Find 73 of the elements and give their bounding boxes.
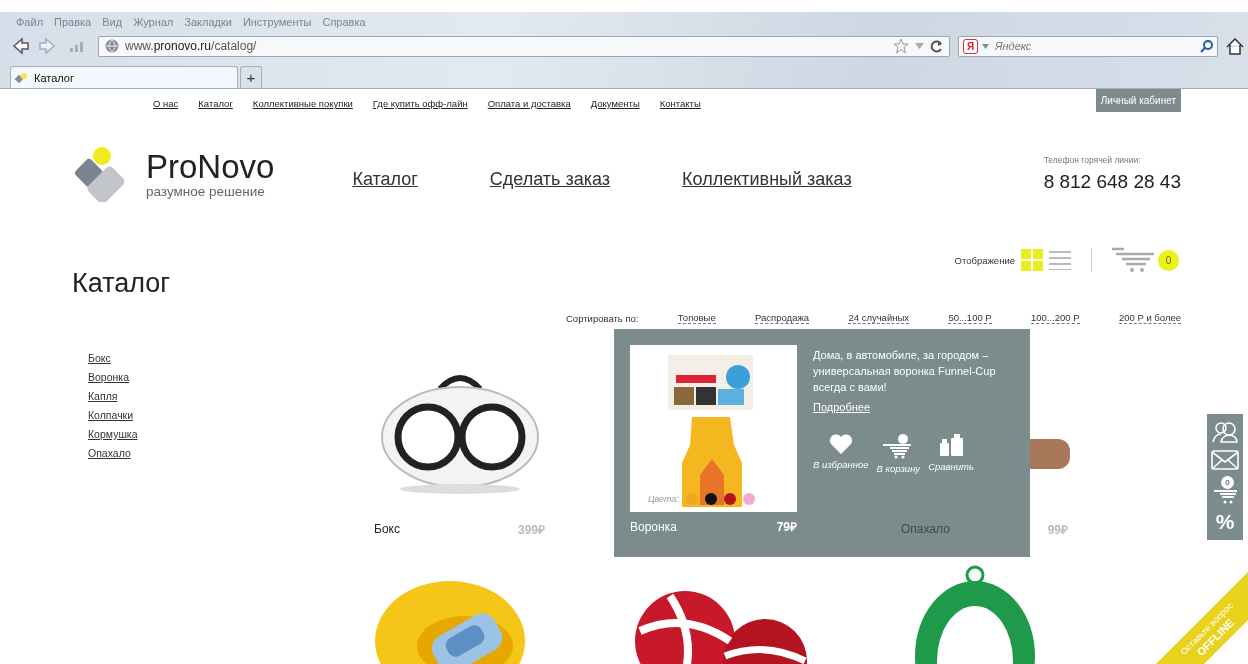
nav-link[interactable]: Сделать заказ	[489, 168, 611, 190]
category-link[interactable]: Капля	[88, 390, 370, 402]
reload-icon	[930, 39, 943, 53]
category-link[interactable]: Воронка	[88, 371, 370, 383]
dropdown-icon	[982, 43, 989, 49]
top-link[interactable]: Каталог	[198, 98, 233, 109]
top-link[interactable]: Контакты	[659, 98, 701, 109]
star-icon	[893, 38, 909, 54]
colors-label: Цвета:	[648, 494, 679, 504]
heart-icon	[828, 433, 853, 455]
hotline-label: Телефон горячей линии:	[1043, 155, 1142, 165]
product-price: 399₽	[517, 521, 545, 538]
category-link[interactable]: Бокс	[88, 352, 370, 364]
category-link[interactable]: Кормушка	[88, 428, 370, 440]
top-link[interactable]: Документы	[590, 98, 640, 109]
cart-icon	[1213, 490, 1237, 504]
more-link[interactable]: Подробнее	[813, 401, 1014, 413]
site-icon	[15, 72, 29, 83]
forward-icon	[38, 37, 56, 55]
new-tab-button[interactable]: +	[240, 66, 262, 88]
mail-button[interactable]	[1211, 450, 1239, 470]
account-button[interactable]: Личный кабинет	[1095, 89, 1181, 112]
sort-label: Сортировать по:	[566, 312, 639, 324]
logo-name: ProNovo	[146, 149, 275, 184]
logo-tagline: разумное решение	[146, 183, 266, 199]
browser-tab[interactable]: Каталог	[10, 66, 238, 88]
product-price: 99₽	[1047, 521, 1068, 538]
globe-icon	[105, 39, 119, 53]
top-link[interactable]: О нас	[153, 98, 179, 109]
people-icon	[1211, 420, 1239, 444]
search-engine-logo: Я	[963, 38, 978, 54]
sort-option[interactable]: 100...200 Р	[1031, 312, 1080, 324]
search-field[interactable]: Я Яндекс	[958, 35, 1218, 57]
signal-icon	[70, 40, 84, 52]
product-name[interactable]: Воронка	[630, 519, 677, 534]
view-label: Отображение	[954, 254, 1015, 266]
sort-option[interactable]: 200 Р и более	[1118, 312, 1181, 324]
nav-link[interactable]: Каталог	[352, 168, 418, 190]
dropdown-icon	[915, 43, 924, 49]
cart-count-badge: 0	[1221, 476, 1234, 489]
cart-button[interactable]: В корзину	[876, 433, 921, 474]
back-icon	[12, 37, 30, 55]
category-link[interactable]: Опахало	[88, 447, 370, 459]
product-name[interactable]: Бокс	[374, 522, 400, 536]
search-icon	[1200, 39, 1213, 53]
category-link[interactable]: Колпачки	[88, 409, 370, 421]
page-title: Каталог	[72, 267, 171, 299]
discount-button[interactable]: %	[1215, 510, 1235, 534]
cart-icon	[1112, 247, 1156, 273]
top-link[interactable]: Оплата и доставка	[487, 98, 571, 109]
sort-option[interactable]: 50...100 Р	[948, 312, 992, 324]
sort-option[interactable]: Топовые	[677, 312, 716, 324]
product-description: Дома, в автомобиле, за городом – универсальная воронка Funnel-Cup всегда с вами!	[813, 348, 997, 395]
search-input[interactable]: Яндекс	[993, 39, 1196, 53]
nav-link[interactable]: Коллективный заказ	[682, 168, 852, 190]
top-link[interactable]: Где купить офф-лайн	[372, 98, 468, 109]
sort-option[interactable]: Распродажа	[755, 312, 810, 324]
compare-button[interactable]: Сравнить	[928, 433, 974, 474]
phone-number: 8 812 648 28 43	[1043, 171, 1181, 193]
mail-icon	[1211, 450, 1239, 470]
list-icon	[1049, 250, 1071, 270]
grid-icon	[1021, 249, 1043, 271]
home-icon	[1226, 37, 1244, 55]
sort-option[interactable]: 24 случайных	[848, 312, 910, 324]
list-view-button[interactable]	[1049, 250, 1071, 270]
favorite-button[interactable]: В избранное	[813, 433, 869, 474]
cart-button[interactable]: 0	[1213, 476, 1237, 504]
cart-count-badge: 0	[1158, 249, 1179, 271]
weights-icon	[938, 433, 965, 457]
address-field[interactable]: www.pronovo.ru/catalog/	[98, 35, 950, 57]
product-price: 79₽	[776, 519, 797, 535]
people-button[interactable]	[1211, 420, 1239, 444]
top-link[interactable]: Коллективные покупки	[252, 98, 353, 109]
